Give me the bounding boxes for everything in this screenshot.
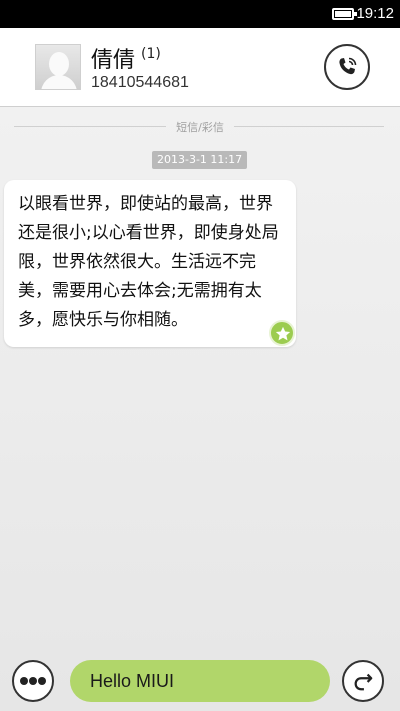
send-button[interactable] [342, 660, 384, 702]
status-time: 19:12 [356, 5, 394, 22]
incoming-message-bubble[interactable]: 以眼看世界，即使站的最高，世界还是很小;以心看世界，即使身处局限，世界依然很大。… [4, 180, 296, 347]
star-icon[interactable] [269, 320, 295, 346]
more-options-button[interactable] [12, 660, 54, 702]
contact-phone-number: 18410544681 [91, 74, 189, 91]
call-button[interactable] [324, 44, 370, 90]
status-bar: 19:12 [0, 0, 400, 28]
phone-call-icon [339, 57, 357, 75]
divider-label: 短信/彩信 [176, 121, 224, 134]
message-text: 以眼看世界，即使站的最高，世界还是很小;以心看世界，即使身处局限，世界依然很大。… [18, 194, 279, 330]
contact-name: 倩倩 [91, 48, 136, 73]
message-timestamp: 2013-3-1 11:17 [152, 151, 248, 169]
send-icon [354, 673, 373, 691]
message-count: (1) [141, 46, 161, 62]
battery-full-icon [332, 8, 357, 20]
default-avatar-icon[interactable] [35, 44, 81, 90]
conversation-header: 倩倩 (1) 18410544681 [0, 28, 400, 107]
message-input[interactable] [70, 660, 330, 702]
message-type-divider: 短信/彩信 [0, 119, 400, 135]
